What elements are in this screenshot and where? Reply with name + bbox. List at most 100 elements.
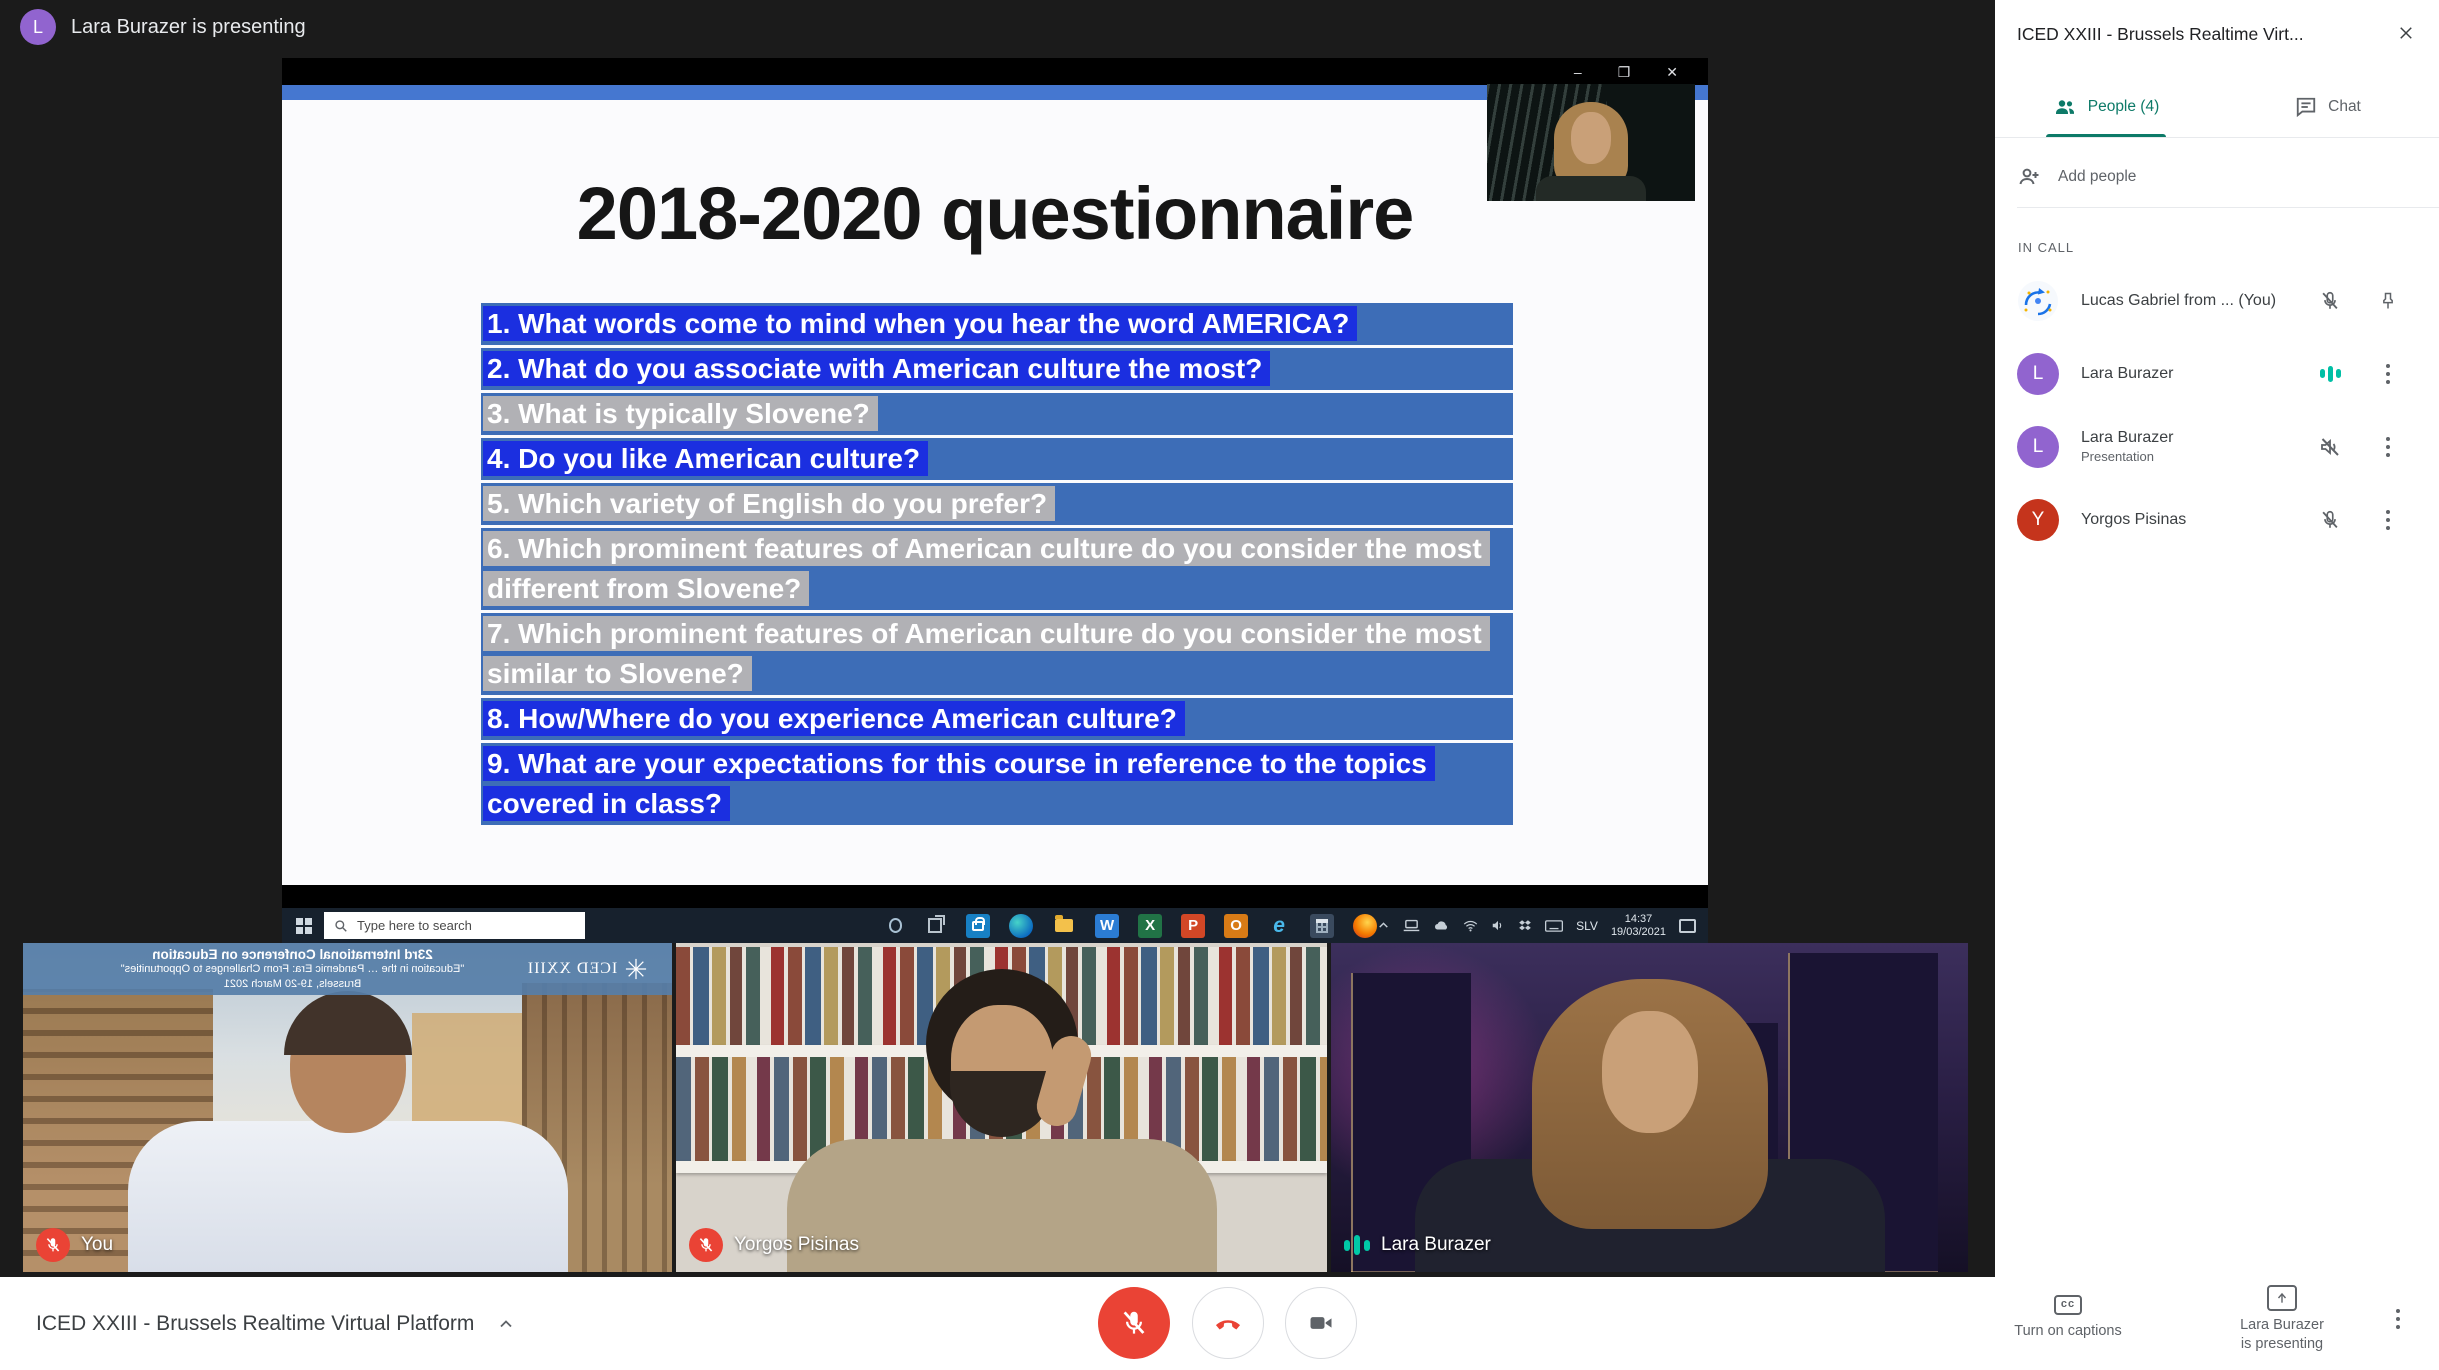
mic-status [2301, 290, 2359, 312]
task-view-icon [928, 915, 945, 933]
question-row: 1. What words come to mind when you hear… [481, 303, 1513, 345]
participant-row[interactable]: L Lara Burazer Presentation [1995, 410, 2439, 483]
question-text: 4. Do you like American culture? [483, 441, 929, 476]
turn-on-captions-button[interactable]: cc Turn on captions [1984, 1294, 2152, 1341]
participant-menu-button[interactable] [2359, 363, 2417, 384]
participant-subtitle: Presentation [2081, 449, 2154, 464]
internet-explorer-icon: e [1273, 913, 1285, 937]
question-text: 5. Which variety of English do you prefe… [483, 486, 1056, 521]
question-row: 4. Do you like American culture? [481, 438, 1513, 480]
divider [2017, 207, 2439, 208]
taskbar-search-box: Type here to search [324, 912, 585, 939]
volume-status [2301, 435, 2359, 459]
minimize-icon: – [1573, 63, 1582, 80]
logo-avatar [2018, 280, 2058, 321]
shared-screen-video[interactable]: – ❐ ✕ 2018-2020 questionnaire 1. What wo… [282, 58, 1708, 943]
question-text: 6. Which prominent features of American … [483, 531, 1490, 606]
video-tile-you[interactable]: ICED XXIII 23rd International Conference… [23, 943, 672, 1272]
dropbox-icon [1519, 920, 1531, 931]
close-panel-button[interactable] [2391, 18, 2421, 48]
mic-off-icon [46, 1238, 60, 1252]
avatar: Y [2017, 498, 2059, 541]
mic-off-icon [2322, 291, 2338, 309]
mic-off-badge [36, 1228, 70, 1262]
participant-list: Lucas Gabriel from ... (You) L Lara Bura… [1995, 264, 2439, 556]
question-text: 9. What are your expectations for this c… [483, 746, 1435, 821]
avatar [2017, 280, 2059, 322]
presenter-avatar: L [20, 9, 56, 45]
audio-indicator-icon [2319, 365, 2341, 382]
question-text: 8. How/Where do you experience American … [483, 701, 1185, 736]
present-icon [2267, 1285, 2297, 1311]
chat-icon [2296, 97, 2316, 118]
question-row: 5. Which variety of English do you prefe… [481, 483, 1513, 525]
taskbar-search-placeholder: Type here to search [357, 918, 472, 933]
taskbar-date: 19/03/2021 [1610, 925, 1666, 938]
presenting-status-line2: is presenting [2240, 1336, 2324, 1352]
edge-icon [1009, 913, 1034, 938]
video-tile-lara[interactable]: Lara Burazer [1331, 943, 1968, 1272]
participant-menu-button[interactable] [2359, 509, 2417, 530]
video-tile-yorgos[interactable]: Yorgos Pisinas [676, 943, 1327, 1272]
tab-chat[interactable]: Chat [2217, 78, 2439, 136]
panel-tabs: People (4) Chat [1995, 78, 2439, 136]
leave-call-button[interactable] [1192, 1287, 1264, 1359]
conference-banner-mirrored: ICED XXIII 23rd International Conference… [23, 943, 672, 995]
people-panel: ICED XXIII - Brussels Realtime Virt... P… [1995, 0, 2439, 1277]
question-text: 7. Which prominent features of American … [483, 616, 1490, 691]
participant-name: Lucas Gabriel from ... (You) [2081, 291, 2277, 309]
question-text: 2. What do you associate with American c… [483, 351, 1271, 386]
taskbar-time: 14:37 [1624, 912, 1653, 925]
meeting-details-button[interactable]: ICED XXIII - Brussels Realtime Virtual P… [36, 1277, 516, 1370]
tab-people[interactable]: People (4) [1995, 78, 2217, 136]
tile-participant-name: You [81, 1234, 114, 1255]
more-options-button[interactable] [2396, 1309, 2400, 1329]
cloud-icon [1435, 920, 1448, 930]
participant-row[interactable]: L Lara Burazer [1995, 337, 2439, 410]
presenting-banner-text: Lara Burazer is presenting [71, 15, 306, 38]
participant-name: Lara Burazer [2081, 364, 2174, 382]
tray-chevron-icon [1379, 922, 1388, 928]
participant-row[interactable]: Lucas Gabriel from ... (You) [1995, 264, 2439, 337]
avatar: L [2017, 425, 2059, 468]
more-vertical-icon [2386, 509, 2390, 530]
file-explorer-icon [1052, 914, 1076, 938]
microsoft-store-icon [966, 913, 991, 938]
captions-label: Turn on captions [2014, 1322, 2122, 1339]
people-icon [2055, 100, 2074, 114]
presenting-status-line1: Lara Burazer [2240, 1317, 2324, 1333]
tile-label: You [36, 1228, 113, 1262]
mic-off-badge [689, 1228, 723, 1262]
camera-icon [1310, 1317, 1332, 1329]
presented-window-titlebar: – ❐ ✕ [282, 58, 1708, 85]
participant-name: Lara Burazer [2081, 429, 2174, 446]
tile-label: Lara Burazer [1344, 1228, 1491, 1262]
pin-button[interactable] [2359, 291, 2417, 311]
conference-banner-line3: Brussels, 19-20 March 2021 [223, 977, 362, 990]
tile-participant-name: Lara Burazer [1381, 1234, 1491, 1255]
mute-microphone-button[interactable] [1098, 1287, 1170, 1359]
word-icon: W [1095, 913, 1120, 938]
close-icon [2400, 27, 2412, 39]
question-row: 9. What are your expectations for this c… [481, 743, 1513, 825]
question-row: 8. How/Where do you experience American … [481, 698, 1513, 740]
powerpoint-icon: P [1181, 913, 1206, 938]
question-list: 1. What words come to mind when you hear… [481, 303, 1513, 828]
calculator-icon [1310, 913, 1335, 938]
presenting-status-button[interactable]: Lara Burazer is presenting [2198, 1285, 2366, 1354]
participant-menu-button[interactable] [2359, 436, 2417, 457]
more-vertical-icon [2386, 363, 2390, 384]
add-people-button[interactable]: Add people [1995, 156, 2439, 198]
excel-icon: X [1138, 913, 1163, 938]
question-text: 1. What words come to mind when you hear… [483, 306, 1358, 341]
camera-button[interactable] [1285, 1287, 1357, 1359]
system-tray: SLV 14:37 19/03/2021 [1377, 913, 1708, 939]
conference-banner-line1: 23rd International Conference on Educati… [152, 946, 433, 962]
keyboard-icon [1545, 919, 1564, 932]
firefox-icon [1353, 913, 1378, 938]
audio-indicator [2301, 365, 2359, 382]
participant-row[interactable]: Y Yorgos Pisinas [1995, 483, 2439, 556]
volume-off-icon [2321, 437, 2339, 456]
avatar: L [2017, 352, 2059, 395]
cortana-icon [888, 918, 903, 933]
